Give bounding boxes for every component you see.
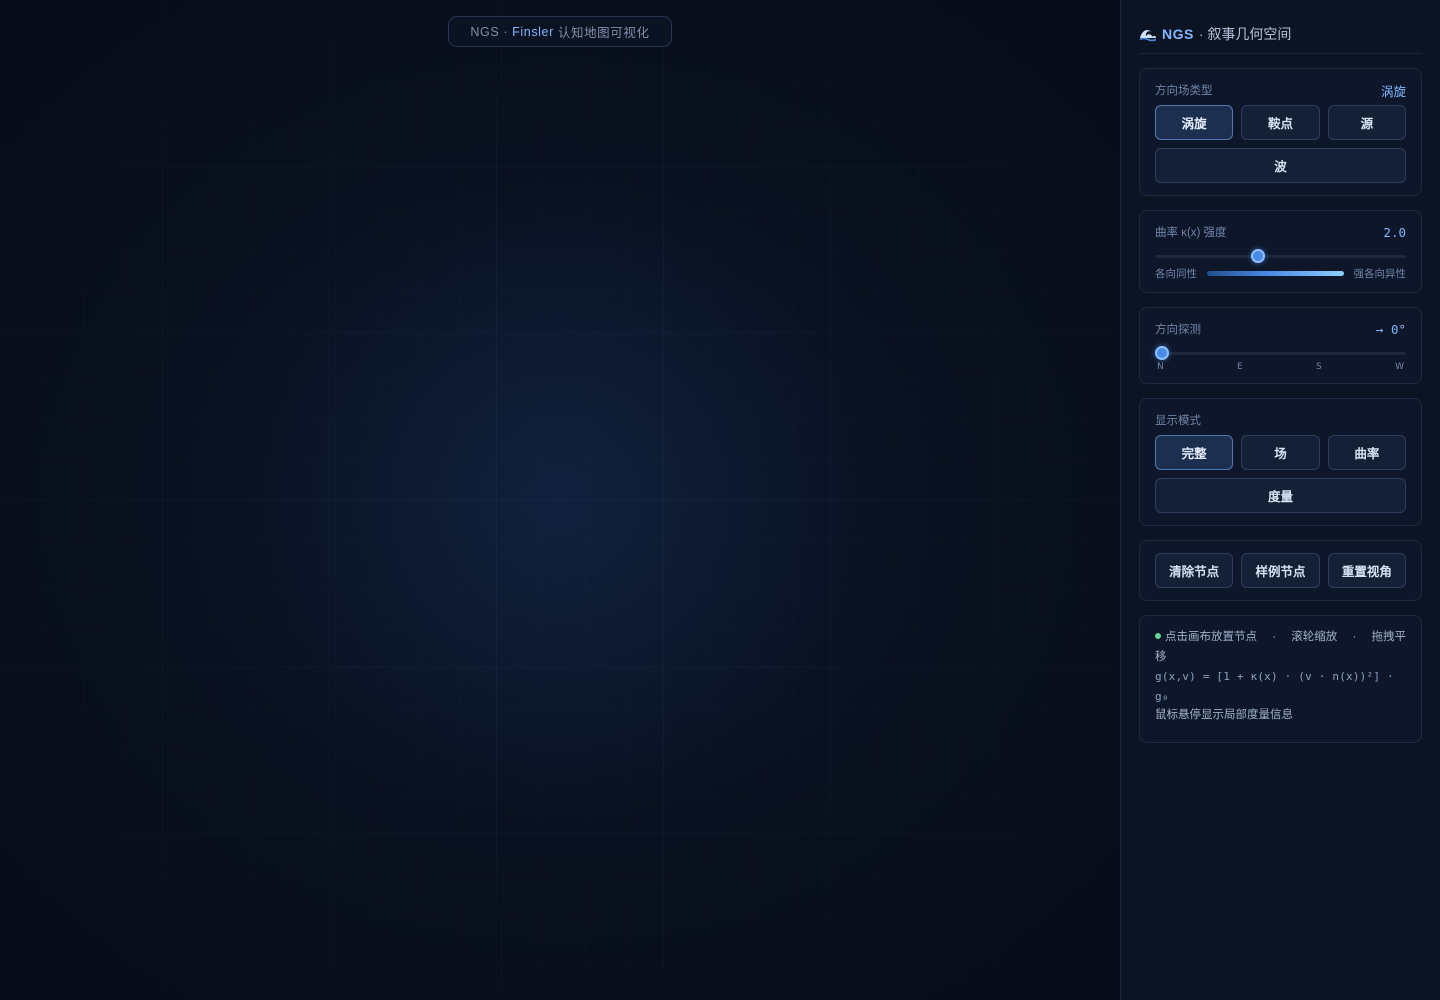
clear-nodes-button[interactable]: 清除节点 [1155, 553, 1234, 588]
hint-place-nodes: 点击画布放置节点 [1165, 631, 1257, 643]
compass-tick-w: W [1395, 362, 1404, 372]
curvature-card: 曲率 κ(x) 强度 2.0 各向同性 强各向异性 [1139, 210, 1422, 293]
hint-pan: 拖拽平 [1371, 631, 1407, 643]
direction-probe-card: 方向探测 → 0° N E S W [1139, 307, 1422, 384]
canvas-title-prefix: NGS · [470, 24, 509, 39]
status-dot-icon [1155, 633, 1161, 639]
hint-zoom: 滚轮缩放 [1291, 631, 1338, 643]
canvas-title-accent: Finsler [512, 24, 554, 39]
field-source-button[interactable]: 源 [1327, 105, 1406, 140]
mode-full-button[interactable]: 完整 [1155, 435, 1234, 470]
anisotropy-gradient-bar [1207, 271, 1344, 276]
canvas-title-suffix: 认知地图可视化 [557, 26, 650, 40]
direction-slider[interactable] [1155, 344, 1406, 362]
field-vortex-button[interactable]: 涡旋 [1155, 105, 1234, 140]
hover-hint: 鼠标悬停显示局部度量信息 [1155, 709, 1293, 721]
mode-field-button[interactable]: 场 [1241, 435, 1320, 470]
display-mode-card: 显示模式 完整 场 曲率 度量 [1139, 398, 1422, 526]
info-card: 点击画布放置节点 · 滚轮缩放 · 拖拽平 移 g(x,v) = [1 + κ(… [1139, 615, 1422, 743]
field-wave-button[interactable]: 波 [1155, 148, 1406, 183]
metric-formula-tail: g₀ [1155, 689, 1169, 703]
reset-view-button[interactable]: 重置视角 [1327, 553, 1406, 588]
mode-metric-button[interactable]: 度量 [1155, 478, 1406, 513]
wave-icon [1139, 29, 1157, 41]
hint-separator: · [1272, 631, 1277, 643]
curvature-slider[interactable] [1155, 247, 1406, 265]
field-type-current: 涡旋 [1380, 84, 1406, 99]
control-sidebar: NGS · 叙事几何空间 方向场类型 涡旋 涡旋 鞍点 源 波 曲率 κ(x) … [1120, 0, 1440, 1000]
compass-tick-s: S [1316, 362, 1322, 372]
sidebar-header: NGS · 叙事几何空间 [1139, 18, 1422, 54]
interaction-hints: 点击画布放置节点 · 滚轮缩放 · 拖拽平 [1155, 628, 1406, 648]
hint-separator: · [1352, 631, 1357, 643]
field-type-card: 方向场类型 涡旋 涡旋 鞍点 源 波 [1139, 68, 1422, 196]
curvature-slider-thumb[interactable] [1250, 249, 1265, 263]
sidebar-subtitle: · 叙事几何空间 [1198, 25, 1292, 42]
curvature-value: 2.0 [1383, 224, 1406, 240]
curvature-max-label: 强各向异性 [1353, 268, 1407, 280]
curvature-slider-track [1155, 255, 1406, 258]
mode-curvature-button[interactable]: 曲率 [1327, 435, 1406, 470]
direction-slider-thumb[interactable] [1155, 346, 1169, 360]
metric-formula: g(x,v) = [1 + κ(x) · (v · n(x))²] · [1155, 670, 1394, 683]
sample-nodes-button[interactable]: 样例节点 [1241, 553, 1320, 588]
canvas-title-badge: NGS · Finsler 认知地图可视化 [448, 16, 672, 47]
canvas-vignette [0, 0, 1120, 1000]
direction-slider-track [1155, 352, 1406, 355]
field-saddle-button[interactable]: 鞍点 [1241, 105, 1320, 140]
sidebar-brand: NGS [1162, 25, 1194, 42]
actions-card: 清除节点 样例节点 重置视角 [1139, 540, 1422, 601]
finsler-canvas[interactable]: NGS · Finsler 认知地图可视化 [0, 0, 1120, 1000]
curvature-label: 曲率 κ(x) 强度 [1155, 227, 1227, 239]
compass-ticks: N E S W [1155, 362, 1406, 372]
curvature-min-label: 各向同性 [1155, 268, 1197, 280]
display-mode-label: 显示模式 [1155, 415, 1201, 427]
direction-probe-label: 方向探测 [1155, 324, 1201, 336]
direction-probe-value: → 0° [1375, 321, 1406, 337]
compass-tick-n: N [1157, 362, 1164, 372]
field-type-label: 方向场类型 [1155, 85, 1213, 97]
compass-tick-e: E [1237, 362, 1243, 372]
hint-pan-continued: 移 [1155, 650, 1167, 663]
